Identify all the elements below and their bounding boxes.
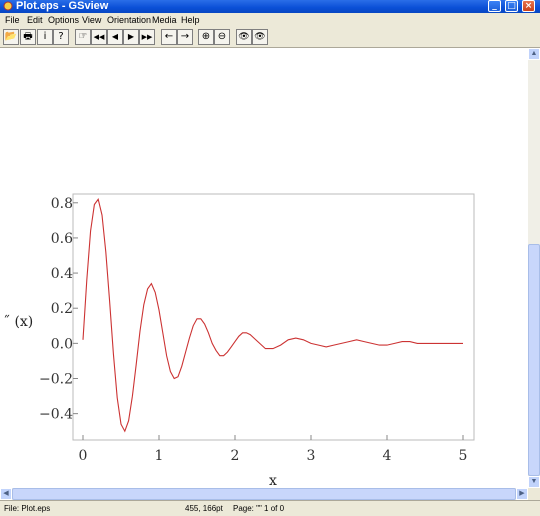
vertical-scrollbar[interactable]: ▲ ▼ xyxy=(528,48,540,488)
status-bar: File: Plot.eps 455, 166pt Page: "" 1 of … xyxy=(0,500,540,516)
y-tick-label: 0.6 xyxy=(51,231,73,247)
back-arrow-icon[interactable]: ← xyxy=(161,29,177,45)
y-tick-label: 0.0 xyxy=(51,336,73,352)
find-next-icon[interactable]: 👁 xyxy=(252,29,268,45)
x-tick-label: 0 xyxy=(79,448,88,464)
menu-options[interactable]: Options xyxy=(48,15,79,26)
series-line xyxy=(82,198,463,433)
window-title: Plot.eps - GSview xyxy=(16,0,109,12)
x-tick-label: 3 xyxy=(307,448,316,464)
y-tick-label: −0.2 xyxy=(39,372,73,388)
x-tick-label: 1 xyxy=(155,448,164,464)
zoom-out-icon[interactable]: ⊖ xyxy=(214,29,230,45)
x-tick-label: 4 xyxy=(383,448,392,464)
y-tick-label: 0.8 xyxy=(51,196,73,212)
next-page-icon[interactable]: ▶ xyxy=(123,29,139,45)
open-folder-icon[interactable]: 📂 xyxy=(3,29,19,45)
find-text-icon[interactable]: 👁 xyxy=(236,29,252,45)
status-page: Page: "" 1 of 0 xyxy=(233,504,285,513)
zoom-in-icon[interactable]: ⊕ xyxy=(198,29,214,45)
y-axis-label: ˝ (x) xyxy=(3,314,33,330)
forward-arrow-icon[interactable]: → xyxy=(177,29,193,45)
help-icon[interactable]: ? xyxy=(53,29,69,45)
y-tick-label: 0.2 xyxy=(51,301,73,317)
minimize-button[interactable]: _ xyxy=(488,0,501,12)
y-tick-label: 0.4 xyxy=(51,266,73,282)
scroll-right-button[interactable]: ▶ xyxy=(516,488,528,500)
title-bar: Plot.eps - GSview _ □ × xyxy=(0,0,540,13)
plot-frame xyxy=(72,193,475,441)
scroll-down-button[interactable]: ▼ xyxy=(528,476,540,488)
scroll-up-button[interactable]: ▲ xyxy=(528,48,540,60)
print-icon[interactable]: 🖶 xyxy=(20,29,36,45)
close-button[interactable]: × xyxy=(522,0,535,12)
x-axis-label: x xyxy=(269,473,277,488)
toolbar: 📂 🖶 i ? ☞ ◀◀ ◀ ▶ ▶▶ ← → ⊕ ⊖ 👁 👁 xyxy=(0,27,540,48)
page-goto-icon[interactable]: ☞ xyxy=(75,29,91,45)
menu-help[interactable]: Help xyxy=(181,15,200,26)
scrollbar-corner xyxy=(528,488,540,500)
menu-file[interactable]: File xyxy=(5,15,20,26)
menu-bar: File Edit Options View Orientation Media… xyxy=(0,13,540,27)
menu-view[interactable]: View xyxy=(82,15,101,26)
prev-page-icon[interactable]: ◀ xyxy=(107,29,123,45)
document-view[interactable]: 0.8 0.6 0.4 0.2 0.0 −0.2 −0.4 0 1 2 3 4 5 x ˝ (x) xyxy=(0,48,528,488)
menu-orientation[interactable]: Orientation xyxy=(107,15,151,26)
info-icon[interactable]: i xyxy=(37,29,53,45)
horizontal-scrollbar[interactable]: ◀ ▶ xyxy=(0,488,528,500)
horizontal-scroll-thumb[interactable] xyxy=(12,488,516,500)
menu-edit[interactable]: Edit xyxy=(27,15,43,26)
x-tick-label: 5 xyxy=(459,448,468,464)
status-file: File: Plot.eps xyxy=(4,504,51,513)
plot-figure: 0.8 0.6 0.4 0.2 0.0 −0.2 −0.4 0 1 2 3 4 5 x ˝ (x) xyxy=(3,193,475,488)
scroll-left-button[interactable]: ◀ xyxy=(0,488,12,500)
gsview-app-icon[interactable] xyxy=(3,1,13,11)
maximize-button[interactable]: □ xyxy=(505,0,518,12)
x-tick-label: 2 xyxy=(231,448,240,464)
vertical-scroll-thumb[interactable] xyxy=(528,244,540,476)
menu-media[interactable]: Media xyxy=(152,15,177,26)
y-tick-label: −0.4 xyxy=(39,407,73,423)
last-page-icon[interactable]: ▶▶ xyxy=(139,29,155,45)
first-page-icon[interactable]: ◀◀ xyxy=(91,29,107,45)
status-coordinates: 455, 166pt xyxy=(185,504,223,513)
